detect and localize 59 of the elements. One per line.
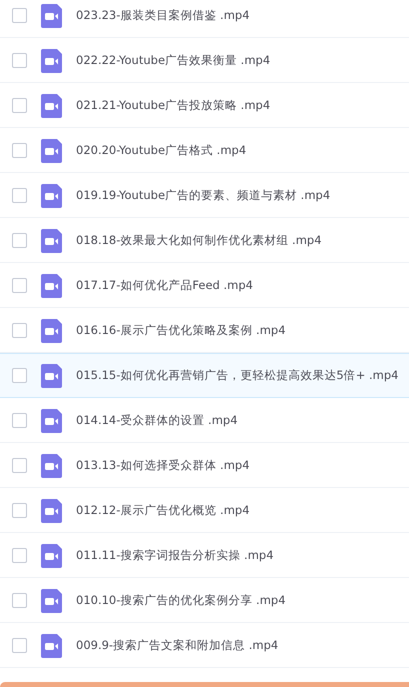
file-row[interactable]: 017.17-如何优化产品Feed .mp4	[0, 263, 409, 308]
video-file-icon	[41, 498, 62, 522]
file-name: 016.16-展示广告优化策略及案例 .mp4	[76, 322, 286, 339]
file-row[interactable]: 021.21-Youtube广告投放策略 .mp4	[0, 83, 409, 128]
file-row[interactable]: 022.22-Youtube广告效果衡量 .mp4	[0, 38, 409, 83]
file-name: 021.21-Youtube广告投放策略 .mp4	[76, 96, 270, 114]
video-file-icon	[41, 48, 62, 72]
video-file-icon	[41, 454, 62, 478]
file-row[interactable]: 014.14-受众群体的设置 .mp4	[0, 398, 409, 443]
checkbox[interactable]	[12, 413, 27, 428]
file-row[interactable]: 013.13-如何选择受众群体 .mp4	[0, 443, 409, 488]
file-name: 019.19-Youtube广告的要素、频道与素材 .mp4	[76, 186, 330, 204]
video-file-icon	[41, 138, 62, 162]
file-row[interactable]: 015.15-如何优化再营销广告，更轻松提高效果达5倍+ .mp4	[0, 353, 409, 398]
file-row[interactable]: 023.23-服装类目案例借鉴 .mp4	[0, 0, 409, 38]
video-file-icon	[41, 318, 62, 342]
file-name: 009.9-搜索广告文案和附加信息 .mp4	[76, 636, 278, 654]
checkbox[interactable]	[12, 8, 27, 23]
file-name: 014.14-受众群体的设置 .mp4	[76, 412, 238, 429]
checkbox[interactable]	[12, 368, 27, 383]
checkbox[interactable]	[12, 503, 27, 518]
checkbox[interactable]	[12, 98, 27, 113]
file-row[interactable]: 018.18-效果最大化如何制作优化素材组 .mp4	[0, 218, 409, 263]
checkbox[interactable]	[12, 233, 27, 248]
video-file-icon	[41, 4, 62, 28]
checkbox[interactable]	[12, 458, 27, 473]
file-name: 018.18-效果最大化如何制作优化素材组 .mp4	[76, 232, 322, 249]
video-file-icon	[41, 588, 62, 612]
file-row[interactable]: 010.10-搜索广告的优化案例分享 .mp4	[0, 578, 409, 623]
file-row[interactable]: 020.20-Youtube广告格式 .mp4	[0, 128, 409, 173]
checkbox[interactable]	[12, 593, 27, 608]
video-file-icon	[41, 228, 62, 252]
file-name: 020.20-Youtube广告格式 .mp4	[76, 142, 246, 159]
file-row[interactable]: 011.11-搜索字词报告分析实操 .mp4	[0, 533, 409, 578]
file-name: 022.22-Youtube广告效果衡量 .mp4	[76, 52, 270, 69]
file-name: 011.11-搜索字词报告分析实操 .mp4	[76, 546, 274, 564]
file-name: 017.17-如何优化产品Feed .mp4	[76, 276, 253, 294]
video-file-icon	[41, 274, 62, 298]
video-file-icon	[41, 364, 62, 388]
video-file-icon	[41, 94, 62, 118]
video-file-icon	[41, 408, 62, 432]
video-file-icon	[41, 184, 62, 208]
checkbox[interactable]	[12, 53, 27, 68]
checkbox[interactable]	[12, 143, 27, 158]
file-name: 013.13-如何选择受众群体 .mp4	[76, 456, 250, 474]
file-name: 012.12-展示广告优化概览 .mp4	[76, 502, 250, 519]
file-row[interactable]: 012.12-展示广告优化概览 .mp4	[0, 488, 409, 533]
video-file-icon	[41, 634, 62, 658]
file-name: 023.23-服装类目案例借鉴 .mp4	[76, 6, 250, 24]
checkbox[interactable]	[12, 278, 27, 293]
file-name: 010.10-搜索广告的优化案例分享 .mp4	[76, 592, 286, 609]
checkbox[interactable]	[12, 638, 27, 653]
file-row[interactable]: 019.19-Youtube广告的要素、频道与素材 .mp4	[0, 173, 409, 218]
checkbox[interactable]	[12, 323, 27, 338]
checkbox[interactable]	[12, 548, 27, 563]
file-name: 015.15-如何优化再营销广告，更轻松提高效果达5倍+ .mp4	[76, 366, 398, 384]
checkbox[interactable]	[12, 188, 27, 203]
file-row[interactable]: 009.9-搜索广告文案和附加信息 .mp4	[0, 623, 409, 668]
video-file-icon	[41, 544, 62, 568]
